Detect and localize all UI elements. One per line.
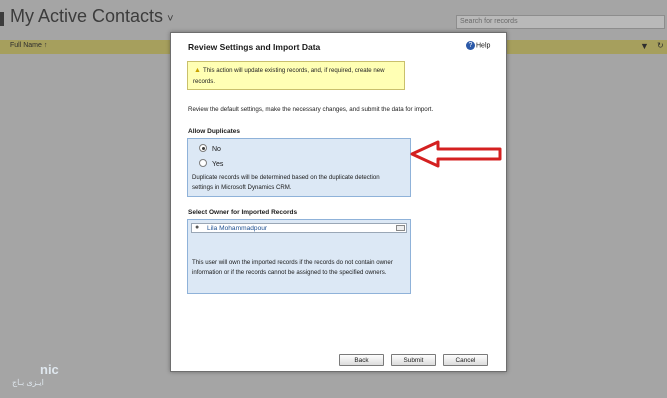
- duplicates-description: Duplicate records will be determined bas…: [192, 174, 380, 191]
- filter-icon[interactable]: ▼: [640, 41, 649, 51]
- column-full-name[interactable]: Full Name ↑: [10, 42, 47, 49]
- warning-notice: ▲ This action will update existing recor…: [187, 61, 405, 90]
- arrow-shape: [410, 140, 502, 168]
- import-dialog: Review Settings and Import Data ? Help ▲ …: [170, 32, 507, 372]
- red-arrow-annotation: [410, 140, 502, 168]
- radio-option-yes[interactable]: Yes: [199, 159, 224, 168]
- allow-duplicates-heading: Allow Duplicates: [188, 128, 241, 135]
- search-input[interactable]: Search for records: [456, 15, 665, 29]
- back-button[interactable]: Back: [339, 354, 384, 366]
- user-icon: ●: [195, 224, 200, 231]
- column-label: Full Name: [10, 42, 42, 49]
- owner-description: This user will own the imported records …: [192, 259, 393, 276]
- watermark-line2: ایـزی بـاج: [12, 378, 44, 387]
- view-title-label: My Active Contacts: [10, 6, 164, 26]
- radio-yes[interactable]: [199, 159, 207, 167]
- lookup-icon[interactable]: [396, 225, 405, 231]
- radio-yes-label: Yes: [212, 160, 224, 168]
- nav-edge-icon: [0, 12, 4, 26]
- question-icon: ?: [466, 41, 475, 50]
- help-link[interactable]: ? Help: [466, 41, 490, 50]
- owner-heading: Select Owner for Imported Records: [188, 209, 298, 216]
- radio-option-no[interactable]: No: [199, 144, 221, 153]
- dialog-title: Review Settings and Import Data: [188, 42, 321, 52]
- help-label: Help: [476, 42, 491, 50]
- radio-no-label: No: [212, 145, 221, 153]
- refresh-icon[interactable]: ↻: [657, 41, 664, 50]
- cancel-button[interactable]: Cancel: [443, 354, 488, 366]
- intro-text: Review the default settings, make the ne…: [188, 106, 434, 113]
- view-title[interactable]: My Active Contacts ˅: [10, 6, 174, 27]
- chevron-down-icon[interactable]: ˅: [167, 13, 173, 25]
- owner-lookup-field[interactable]: ● Lila Mohammadpour: [191, 223, 407, 233]
- sort-arrow-icon: ↑: [43, 42, 48, 49]
- warning-text: This action will update existing records…: [193, 67, 385, 85]
- radio-no[interactable]: [199, 144, 207, 152]
- watermark-logo: nic ایـزی بـاج: [12, 362, 72, 392]
- submit-button[interactable]: Submit: [391, 354, 436, 366]
- owner-panel: ● Lila Mohammadpour This user will own t…: [187, 219, 411, 294]
- watermark-line1: nic: [40, 362, 59, 377]
- owner-name[interactable]: Lila Mohammadpour: [207, 224, 267, 233]
- allow-duplicates-panel: No Yes Duplicate records will be determi…: [187, 138, 411, 197]
